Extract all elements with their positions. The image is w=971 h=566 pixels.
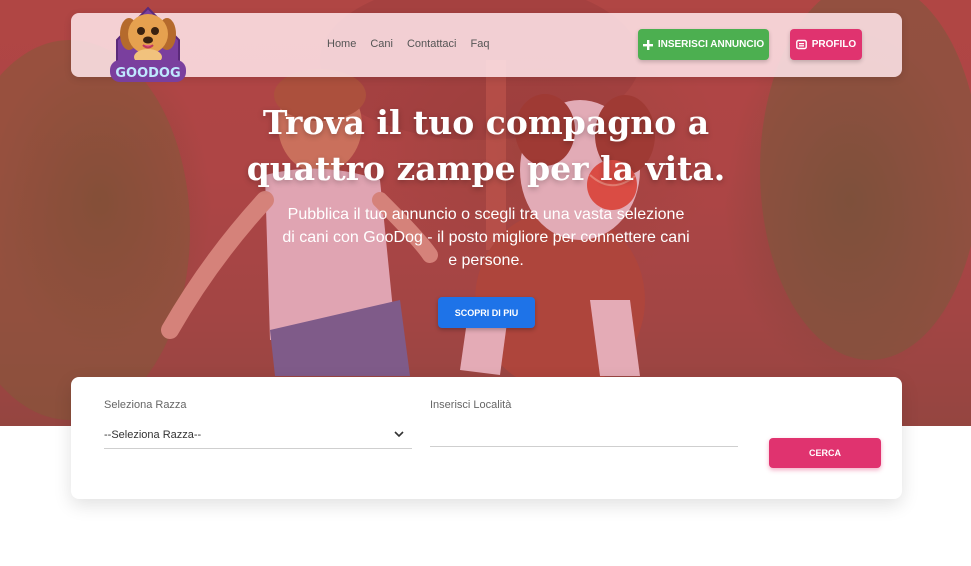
nav-home[interactable]: Home <box>327 38 356 50</box>
location-input[interactable] <box>430 421 738 447</box>
hero-subtitle: Pubblica il tuo annuncio o scegli tra un… <box>282 206 690 269</box>
breed-select[interactable]: --Seleziona Razza-- <box>104 421 412 449</box>
profile-card-icon <box>795 39 807 50</box>
inserisci-annuncio-label: INSERISCI ANNUNCIO <box>657 39 765 50</box>
hero-title-line-2: quattro zampe per la vita. <box>246 149 726 188</box>
goodog-logo[interactable]: GOODOG <box>107 0 189 88</box>
breed-label: Seleziona Razza <box>104 399 187 411</box>
profilo-button[interactable]: PROFILO <box>790 29 862 60</box>
nav-cani[interactable]: Cani <box>370 38 393 50</box>
dog-logo-icon: GOODOG <box>110 6 186 82</box>
chevron-down-icon <box>394 431 404 438</box>
hero-title: Trova il tuo compagno a quattro zampe pe… <box>230 100 742 192</box>
nav-faq[interactable]: Faq <box>471 38 490 50</box>
navbar: GOODOG Home Cani Contattaci Faq INSERISC… <box>71 6 902 82</box>
hero-title-line-1: Trova il tuo compagno a <box>262 103 710 142</box>
logo-wordmark: GOODOG <box>115 66 180 81</box>
plus-icon <box>642 39 653 50</box>
scopri-di-piu-button[interactable]: SCOPRI DI PIU <box>438 297 535 328</box>
search-card: Seleziona Razza --Seleziona Razza-- Inse… <box>71 377 902 499</box>
nav-contattaci[interactable]: Contattaci <box>407 38 457 50</box>
breed-select-value: --Seleziona Razza-- <box>104 428 202 441</box>
cerca-button[interactable]: CERCA <box>769 438 881 468</box>
profilo-label: PROFILO <box>811 39 857 50</box>
nav-links: Home Cani Contattaci Faq <box>327 38 503 50</box>
location-label: Inserisci Località <box>430 399 512 411</box>
inserisci-annuncio-button[interactable]: INSERISCI ANNUNCIO <box>638 29 769 60</box>
